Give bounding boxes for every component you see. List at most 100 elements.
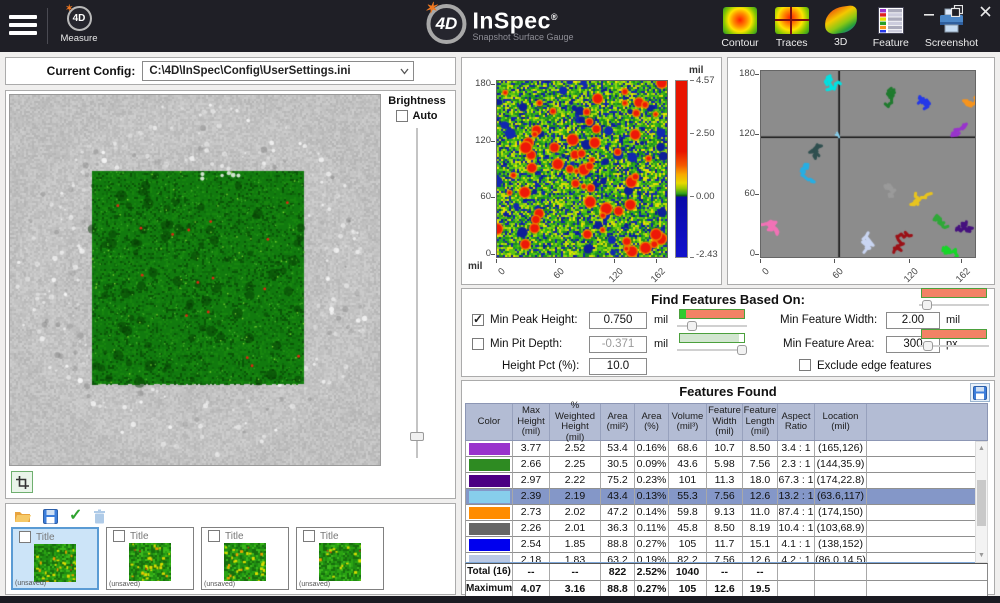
- measurement-thumbnail[interactable]: [129, 543, 171, 581]
- measurement-card[interactable]: Title(unsaved): [106, 527, 194, 590]
- measurement-thumbnail[interactable]: [319, 543, 361, 581]
- column-header-max[interactable]: MaxHeight(mil): [513, 404, 550, 440]
- column-header-area[interactable]: Area(%): [635, 404, 669, 440]
- title-checkbox[interactable]: [113, 530, 125, 542]
- scroll-down-arrow[interactable]: ▼: [976, 549, 987, 562]
- height-map-plot[interactable]: [496, 80, 668, 258]
- x-axis-tick-label: 120: [607, 266, 626, 285]
- table-row[interactable]: 3.772.5253.40.16%68.610.78.503.4 : 1(165…: [466, 441, 987, 457]
- column-header--weighted[interactable]: % WeightedHeight(mil): [550, 404, 601, 440]
- table-body[interactable]: 3.772.5253.40.16%68.610.78.503.4 : 1(165…: [465, 441, 988, 563]
- slider-thumb[interactable]: [922, 300, 932, 310]
- column-header-feature[interactable]: FeatureWidth(mil): [707, 404, 743, 440]
- table-row[interactable]: 2.541.8588.80.27%10511.715.14.1 : 1(138,…: [466, 537, 987, 553]
- table-cell: 8.50: [707, 521, 743, 537]
- find-features-panel: Find Features Based On: Min Peak Height:…: [461, 288, 995, 377]
- title-checkbox[interactable]: [19, 531, 31, 543]
- height-map-canvas[interactable]: [497, 81, 667, 257]
- slider-thumb[interactable]: [737, 345, 747, 355]
- tick-mark: [690, 196, 694, 197]
- min-peak-height-input[interactable]: 0.750: [589, 312, 647, 329]
- config-dropdown[interactable]: C:\4D\InSpec\Config\UserSettings.ini: [142, 61, 414, 81]
- 3d-button[interactable]: 3D: [825, 7, 857, 49]
- table-row[interactable]: 2.732.0247.20.14%59.89.1311.087.4 : 1(17…: [466, 505, 987, 521]
- column-header-aspect[interactable]: AspectRatio: [778, 404, 815, 440]
- table-scrollbar[interactable]: ▲ ▼: [975, 441, 988, 563]
- table-row[interactable]: 2.181.8363.20.19%82.27.5612.64.2 : 1(86.…: [466, 553, 987, 563]
- table-cell: 43.6: [669, 457, 707, 473]
- min-peak-height-slider[interactable]: [677, 309, 747, 333]
- crop-button[interactable]: [11, 471, 33, 493]
- auto-brightness-checkbox[interactable]: [396, 110, 408, 122]
- surface-image[interactable]: [9, 94, 381, 466]
- table-cell: --: [707, 564, 743, 581]
- table-cell-filler: [867, 564, 987, 581]
- min-pit-depth-input[interactable]: -0.371: [589, 336, 647, 353]
- unsaved-label: (unsaved): [204, 581, 235, 588]
- accept-button[interactable]: ✓: [69, 509, 82, 523]
- surface-image-canvas[interactable]: [10, 95, 380, 465]
- table-cell: 68.6: [669, 441, 707, 457]
- measurement-card[interactable]: Title(unsaved): [11, 527, 99, 590]
- min-pit-depth-checkbox[interactable]: [472, 338, 484, 350]
- trash-icon: [93, 509, 106, 524]
- min-feature-width-slider[interactable]: [919, 288, 989, 312]
- column-header-area[interactable]: Area(mil²): [601, 404, 635, 440]
- exclude-edge-features-checkbox[interactable]: [799, 359, 811, 371]
- brightness-controls: Brightness Auto: [382, 95, 452, 458]
- open-button[interactable]: [14, 509, 32, 523]
- open-folder-icon: [14, 509, 32, 523]
- title-checkbox[interactable]: [303, 530, 315, 542]
- footer-label-cell: Total (16): [466, 564, 513, 581]
- tick-mark: [760, 259, 761, 263]
- slider-thumb[interactable]: [923, 341, 933, 351]
- table-cell: 0.16%: [635, 441, 669, 457]
- min-pit-depth-slider[interactable]: [677, 333, 747, 357]
- scroll-up-arrow[interactable]: ▲: [976, 442, 987, 455]
- x-axis-tick-label: 60: [831, 266, 846, 281]
- feature-color-cell: [466, 457, 513, 473]
- features-map-plot[interactable]: [760, 70, 976, 258]
- measurement-card[interactable]: Title(unsaved): [201, 527, 289, 590]
- slider-thumb[interactable]: [687, 321, 697, 331]
- measurement-thumbnail[interactable]: [34, 544, 76, 582]
- minimize-button[interactable]: [922, 5, 936, 17]
- table-cell: 2.22: [550, 473, 601, 489]
- min-peak-height-checkbox[interactable]: [472, 314, 484, 326]
- measurement-card[interactable]: Title(unsaved): [296, 527, 384, 590]
- feature-button[interactable]: Feature: [873, 7, 909, 49]
- slider-thumb[interactable]: [410, 432, 424, 441]
- table-row[interactable]: 2.262.0136.30.11%45.88.508.1910.4 : 1(10…: [466, 521, 987, 537]
- color-swatch: [469, 523, 510, 535]
- hamburger-menu-icon[interactable]: [9, 15, 37, 37]
- divider: [47, 8, 48, 44]
- save-button[interactable]: [43, 509, 58, 524]
- table-row[interactable]: 2.392.1943.40.13%55.37.5612.613.2 : 1(63…: [466, 489, 987, 505]
- save-table-button[interactable]: [970, 383, 990, 402]
- table-cell: 7.56: [707, 489, 743, 505]
- traces-button[interactable]: Traces: [775, 7, 809, 49]
- y-axis-tick-label: 180: [729, 68, 755, 79]
- table-row[interactable]: 2.972.2275.20.23%10111.318.067.3 : 1(174…: [466, 473, 987, 489]
- features-map-canvas[interactable]: [761, 71, 975, 257]
- close-button[interactable]: [978, 5, 992, 17]
- min-feature-width-input[interactable]: 2.00: [886, 312, 940, 329]
- table-row[interactable]: 2.662.2530.50.09%43.65.987.562.3 : 1(144…: [466, 457, 987, 473]
- contour-button[interactable]: Contour: [721, 7, 758, 49]
- column-header-feature[interactable]: FeatureLength(mil): [743, 404, 778, 440]
- column-header-color[interactable]: Color: [466, 404, 513, 440]
- min-feature-area-slider[interactable]: [919, 329, 989, 353]
- table-cell: 2.73: [513, 505, 550, 521]
- table-cell: 0.11%: [635, 521, 669, 537]
- scrollbar-thumb[interactable]: [977, 480, 986, 526]
- column-header-volume[interactable]: Volume(mil³): [669, 404, 707, 440]
- table-cell-filler: [867, 521, 987, 537]
- measure-logo[interactable]: ✶ 4D Measure: [56, 6, 102, 44]
- restore-button[interactable]: [950, 5, 964, 17]
- delete-button[interactable]: [93, 509, 106, 524]
- brightness-slider[interactable]: [407, 128, 427, 458]
- title-checkbox[interactable]: [208, 530, 220, 542]
- column-header-location[interactable]: Location(mil): [815, 404, 867, 440]
- height-pct-input[interactable]: 10.0: [589, 358, 647, 375]
- measurement-thumbnail[interactable]: [224, 543, 266, 581]
